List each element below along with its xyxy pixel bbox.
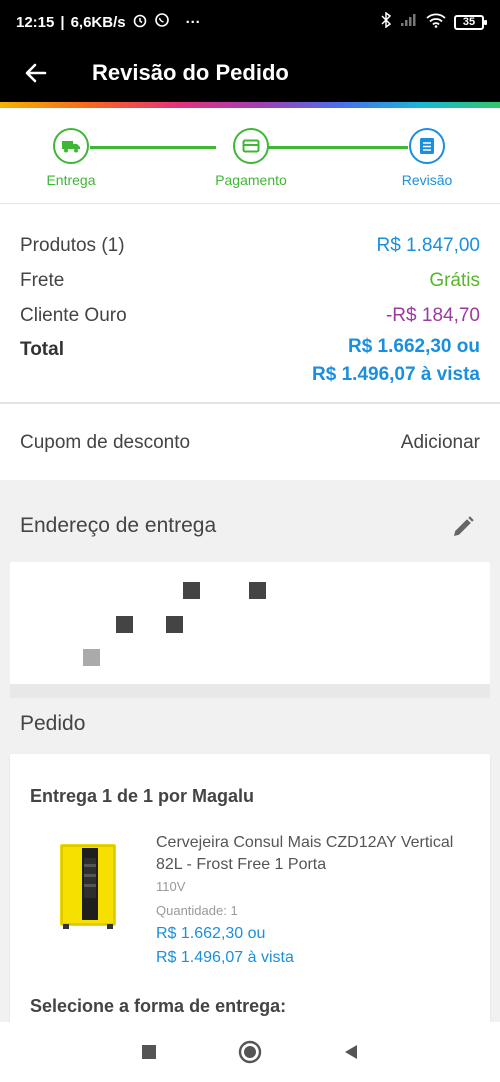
step-pagamento[interactable]: Pagamento [196,128,306,188]
product-name[interactable]: Cervejeira Consul Mais CZD12AY Vertical … [156,832,456,876]
whatsapp-icon [154,12,170,32]
card-icon [233,128,269,164]
step-entrega[interactable]: Entrega [16,128,126,188]
home-circle-icon[interactable] [238,1040,262,1064]
products-label: Produtos (1) [20,234,125,256]
signal-icon [400,13,418,31]
checkout-stepper: Entrega Pagamento Revisão [0,108,500,204]
total-installments: R$ 1.662,30 ou [347,336,480,357]
coupon-row[interactable]: Cupom de desconto Adicionar [0,406,500,480]
order-card: Entrega 1 de 1 por Magalu Cervejeira Con… [10,754,490,1034]
back-triangle-icon[interactable] [339,1040,363,1064]
truck-icon [53,128,89,164]
redacted-pixel [183,582,200,599]
product-image[interactable] [60,844,116,930]
total-cash: R$ 1.496,07 à vista [312,364,480,385]
total-label: Total [20,339,64,360]
products-value: R$ 1.847,00 [376,234,480,256]
product-price: R$ 1.662,30 ou R$ 1.496,07 à vista [156,922,294,970]
summary-row-products: Produtos (1) R$ 1.847,00 [20,228,480,263]
wifi-icon [426,13,446,32]
product-quantity: Quantidade: 1 [156,903,238,918]
step-label: Revisão [401,172,453,188]
page-title: Revisão do Pedido [92,60,289,85]
order-section-title: Pedido [20,712,86,735]
address-card[interactable] [10,562,490,698]
address-section-title: Endereço de entrega [20,514,217,537]
order-summary: Produtos (1) R$ 1.847,00 Frete Grátis Cl… [0,212,500,404]
address-card-bottom [10,684,490,698]
status-bar: 12:15 | 6,6KB/s ··· 35 [0,0,500,44]
total-value: R$ 1.662,30 ou R$ 1.496,07 à vista [312,333,480,389]
list-icon [409,128,445,164]
coupon-label: Cupom de desconto [20,432,191,453]
shipping-method-heading: Selecione a forma de entrega: [30,996,287,1016]
redacted-pixel [249,582,266,599]
shipment-title: Entrega 1 de 1 por Magalu [30,786,255,806]
status-separator: | [60,13,65,31]
redacted-pixel [83,649,100,666]
summary-row-shipping: Frete Grátis [20,263,480,298]
battery-icon: 35 [454,14,487,30]
system-nav-bar [0,1022,500,1082]
step-label: Pagamento [215,172,287,188]
step-label: Entrega [46,172,96,188]
app-bar: Revisão do Pedido [0,44,500,102]
status-time: 12:15 [16,13,55,31]
step-revisao[interactable]: Revisão [372,128,482,188]
recents-square-icon[interactable] [137,1040,161,1064]
gold-client-label: Cliente Ouro [20,304,127,326]
product-price-installments: R$ 1.662,30 ou [156,925,266,942]
product-voltage: 110V [156,879,186,894]
shipping-value: Grátis [429,269,480,291]
edit-pencil-icon[interactable] [450,514,476,540]
back-arrow-icon[interactable] [22,59,50,87]
summary-row-total: Total R$ 1.662,30 ou R$ 1.496,07 à vista [20,333,480,389]
status-more-indicator: ··· [185,13,201,31]
shipping-label: Frete [20,269,65,291]
summary-row-gold-discount: Cliente Ouro -R$ 184,70 [20,298,480,333]
status-network-speed: 6,6KB/s [70,13,126,31]
add-coupon-button[interactable]: Adicionar [401,432,480,454]
redacted-pixel [166,616,183,633]
redacted-pixel [116,616,133,633]
product-price-cash: R$ 1.496,07 à vista [156,949,294,966]
alarm-icon [132,12,148,32]
bluetooth-icon [380,11,392,32]
gold-client-discount: -R$ 184,70 [385,304,480,326]
